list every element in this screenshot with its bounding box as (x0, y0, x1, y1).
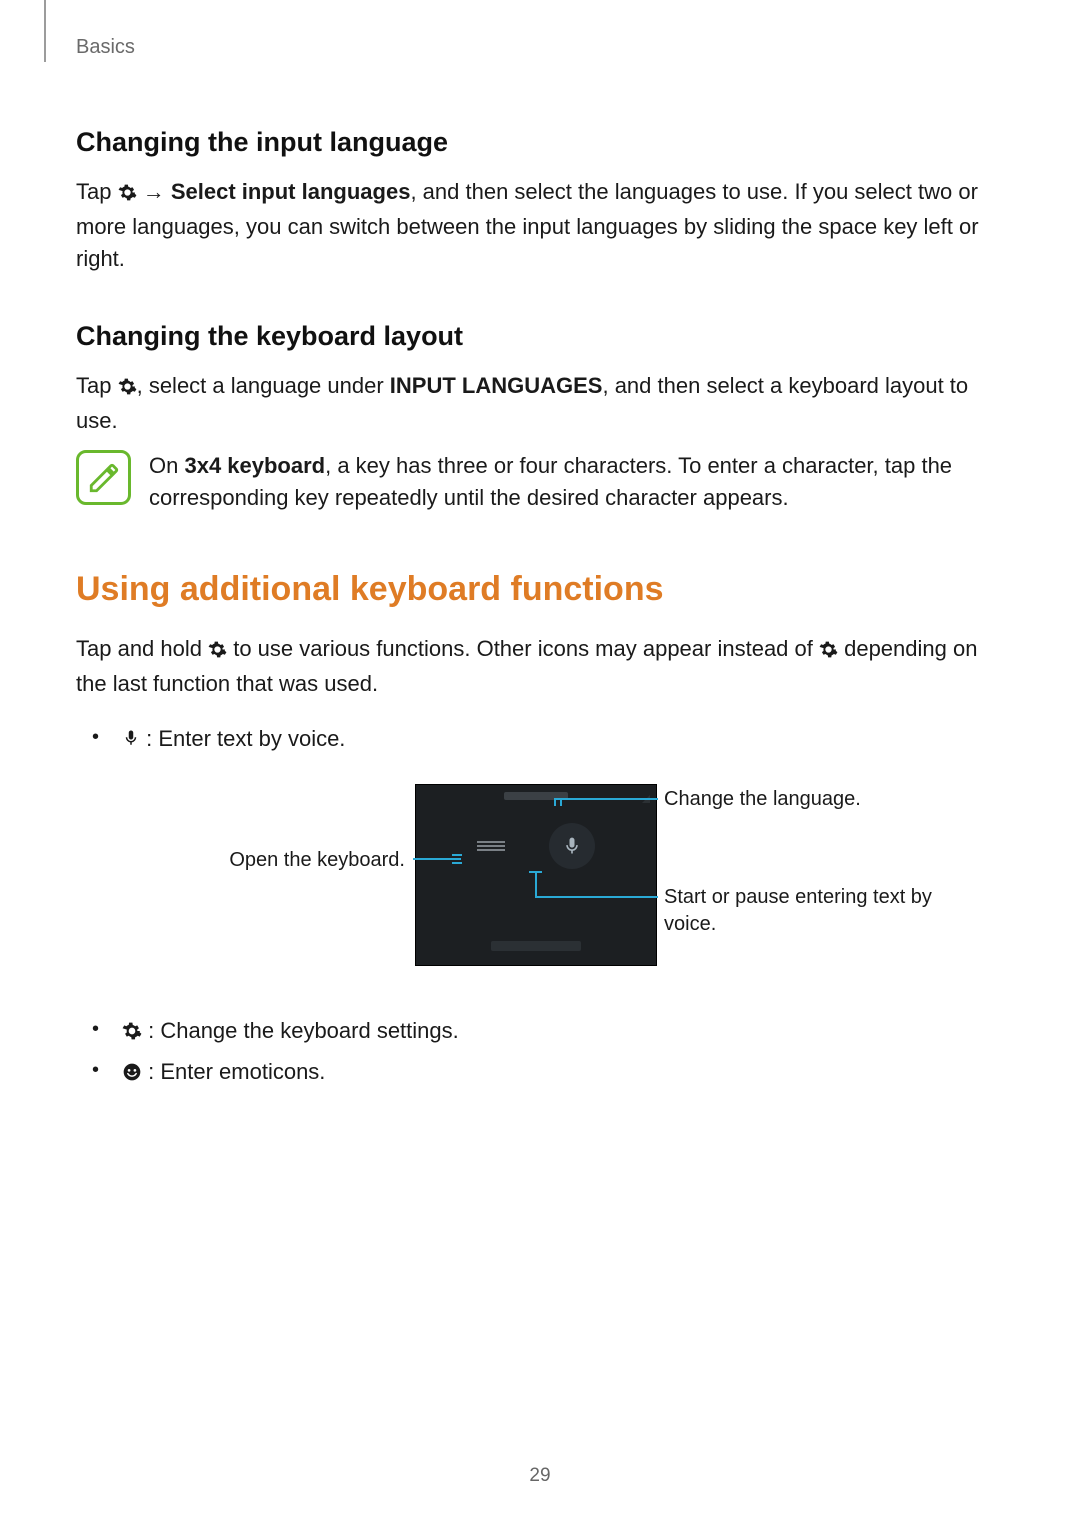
text: Tap (76, 179, 118, 204)
paragraph-keyboard-layout: Tap , select a language under INPUT LANG… (76, 370, 1004, 437)
text: On (149, 453, 184, 478)
text: : Enter text by voice. (140, 726, 345, 751)
leader-tick (452, 862, 462, 864)
gear-icon (819, 636, 838, 668)
leader-line (535, 896, 658, 898)
language-bar (416, 785, 656, 807)
text-bold: 3x4 keyboard (184, 453, 325, 478)
figure: Open the keyboard. Change the language. … (140, 784, 940, 984)
paragraph-additional-functions: Tap and hold to use various functions. O… (76, 633, 1004, 700)
text: : Change the keyboard settings. (142, 1018, 459, 1043)
list-item-emoticons: : Enter emoticons. (76, 1053, 1004, 1093)
list-item-settings: : Change the keyboard settings. (76, 1012, 1004, 1052)
callout-start-pause-voice: Start or pause entering text by voice. (664, 884, 954, 938)
page-number: 29 (0, 1465, 1080, 1487)
callout-change-language: Change the language. (664, 786, 924, 813)
breadcrumb: Basics (76, 36, 1004, 59)
gear-icon (122, 1015, 142, 1052)
microphone-button (549, 823, 595, 869)
paragraph-input-language: Tap → Select input languages, and then s… (76, 176, 1004, 275)
gear-icon (118, 179, 137, 211)
leader-tick (554, 798, 556, 806)
bottom-bar (416, 941, 656, 951)
text-bold: INPUT LANGUAGES (390, 373, 603, 398)
bullet-list-bottom: : Change the keyboard settings. : Enter … (76, 1012, 1004, 1093)
leader-line (535, 871, 537, 896)
heading-keyboard-layout: Changing the keyboard layout (76, 321, 1004, 352)
callout-open-keyboard: Open the keyboard. (195, 847, 405, 874)
note-text: On 3x4 keyboard, a key has three or four… (149, 450, 1004, 514)
gear-icon (118, 373, 137, 405)
text: to use various functions. Other icons ma… (227, 636, 819, 661)
leader-line (554, 798, 658, 800)
status-text-placeholder (491, 941, 581, 951)
gear-icon (208, 636, 227, 668)
text: Tap and hold (76, 636, 208, 661)
leader-tick (452, 854, 462, 856)
text: : Enter emoticons. (142, 1059, 325, 1084)
heading-additional-functions: Using additional keyboard functions (76, 570, 1004, 609)
text: → (137, 179, 171, 204)
leader-line (413, 858, 461, 860)
list-item-voice: : Enter text by voice. (76, 720, 1004, 760)
bullet-list-top: : Enter text by voice. (76, 720, 1004, 760)
text-bold: Select input languages (171, 179, 411, 204)
microphone-icon (122, 723, 140, 760)
pencil-icon (87, 461, 121, 495)
microphone-icon (562, 833, 582, 859)
header-rule (44, 0, 46, 62)
page: Basics Changing the input language Tap →… (0, 0, 1080, 1527)
figure-wrap: Open the keyboard. Change the language. … (76, 784, 1004, 984)
emoticon-icon (122, 1056, 142, 1093)
keyboard-button (477, 837, 505, 855)
text: , select a language under (137, 373, 390, 398)
leader-tick (560, 798, 562, 806)
note-block: On 3x4 keyboard, a key has three or four… (76, 450, 1004, 514)
text: Tap (76, 373, 118, 398)
leader-tick (529, 871, 542, 873)
heading-input-language: Changing the input language (76, 127, 1004, 158)
note-icon (76, 450, 131, 505)
